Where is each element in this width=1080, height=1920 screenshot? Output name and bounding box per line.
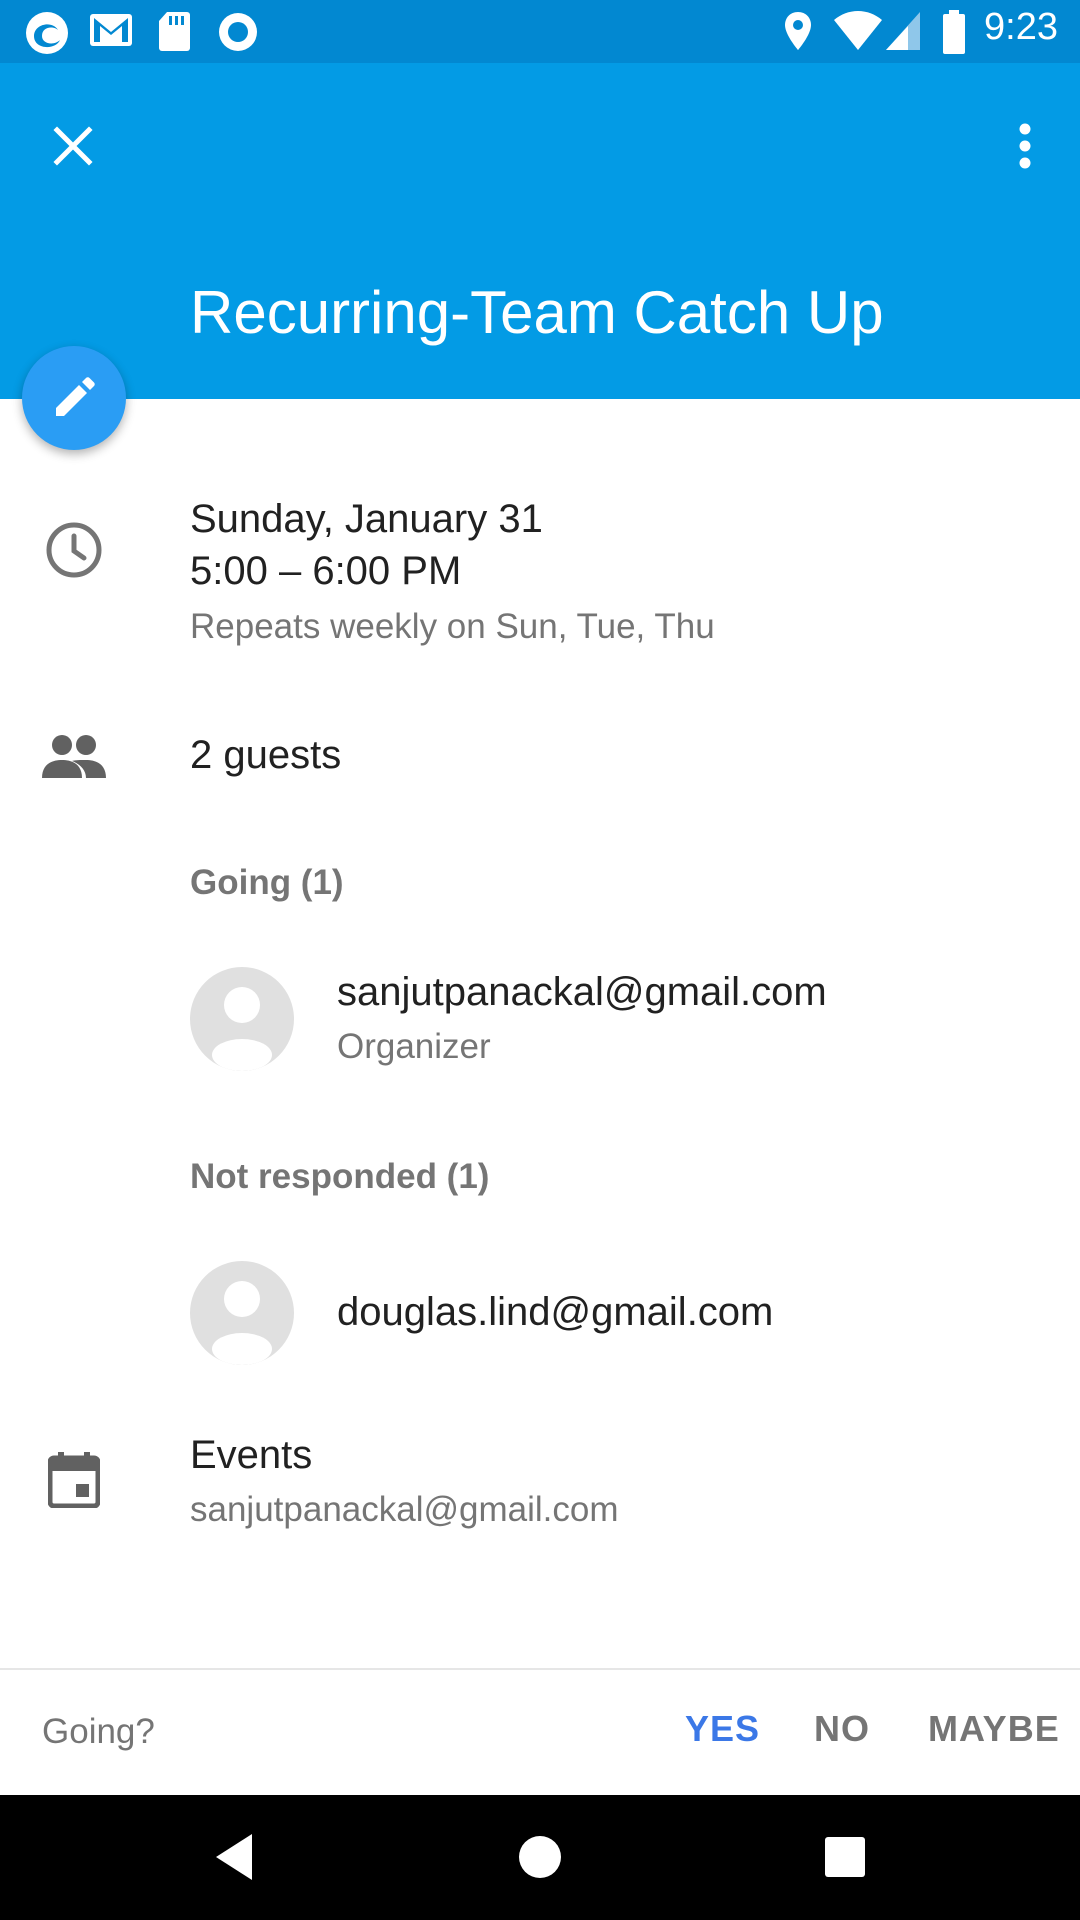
going-section-header: Going (1) <box>190 863 344 902</box>
calendar-account: sanjutpanackal@gmail.com <box>190 1490 619 1529</box>
guest-email: douglas.lind@gmail.com <box>337 1290 774 1334</box>
guest-count: 2 guests <box>190 733 342 777</box>
event-recurrence: Repeats weekly on Sun, Tue, Thu <box>190 607 715 646</box>
recents-icon[interactable] <box>824 1836 866 1878</box>
more-options-button[interactable] <box>992 113 1058 179</box>
event-date: Sunday, January 31 <box>190 497 543 541</box>
avatar <box>190 1261 294 1365</box>
avatar <box>190 967 294 1071</box>
people-icon <box>42 735 106 778</box>
edit-pencil-icon <box>56 377 95 416</box>
event-time-range: 5:00 – 6:00 PM <box>190 549 462 593</box>
location-icon <box>785 12 811 50</box>
calendar-name: Events <box>190 1433 313 1477</box>
gmail-icon <box>90 14 132 46</box>
close-button[interactable] <box>40 113 106 179</box>
rsvp-yes-button[interactable]: YES <box>685 1708 760 1750</box>
guest-email: sanjutpanackal@gmail.com <box>337 970 827 1014</box>
edge-browser-icon <box>26 12 68 54</box>
not-responded-section-header: Not responded (1) <box>190 1157 490 1196</box>
guest-role: Organizer <box>337 1027 491 1066</box>
app-bar: Recurring-Team Catch Up <box>0 63 1080 399</box>
edit-event-button[interactable] <box>22 346 126 450</box>
sd-card-icon <box>159 12 190 51</box>
rsvp-maybe-button[interactable]: MAYBE <box>928 1708 1060 1750</box>
navigation-bar <box>0 1795 1080 1920</box>
divider <box>0 1668 1080 1670</box>
default-avatar-icon <box>212 1281 272 1365</box>
event-title: Recurring-Team Catch Up <box>190 279 884 346</box>
rsvp-question: Going? <box>42 1712 155 1751</box>
more-vert-icon <box>1019 123 1031 169</box>
home-icon[interactable] <box>518 1835 562 1879</box>
calendar-icon <box>48 1452 100 1508</box>
wifi-icon <box>834 11 882 50</box>
close-icon <box>53 126 93 166</box>
battery-icon <box>943 10 965 54</box>
record-icon <box>219 13 257 51</box>
rsvp-no-button[interactable]: NO <box>814 1708 870 1750</box>
back-icon[interactable] <box>212 1832 256 1882</box>
status-time: 9:23 <box>984 6 1058 48</box>
default-avatar-icon <box>212 987 272 1071</box>
clock-icon <box>46 522 102 578</box>
status-bar: 9:23 <box>0 0 1080 63</box>
cell-signal-icon <box>886 12 920 50</box>
